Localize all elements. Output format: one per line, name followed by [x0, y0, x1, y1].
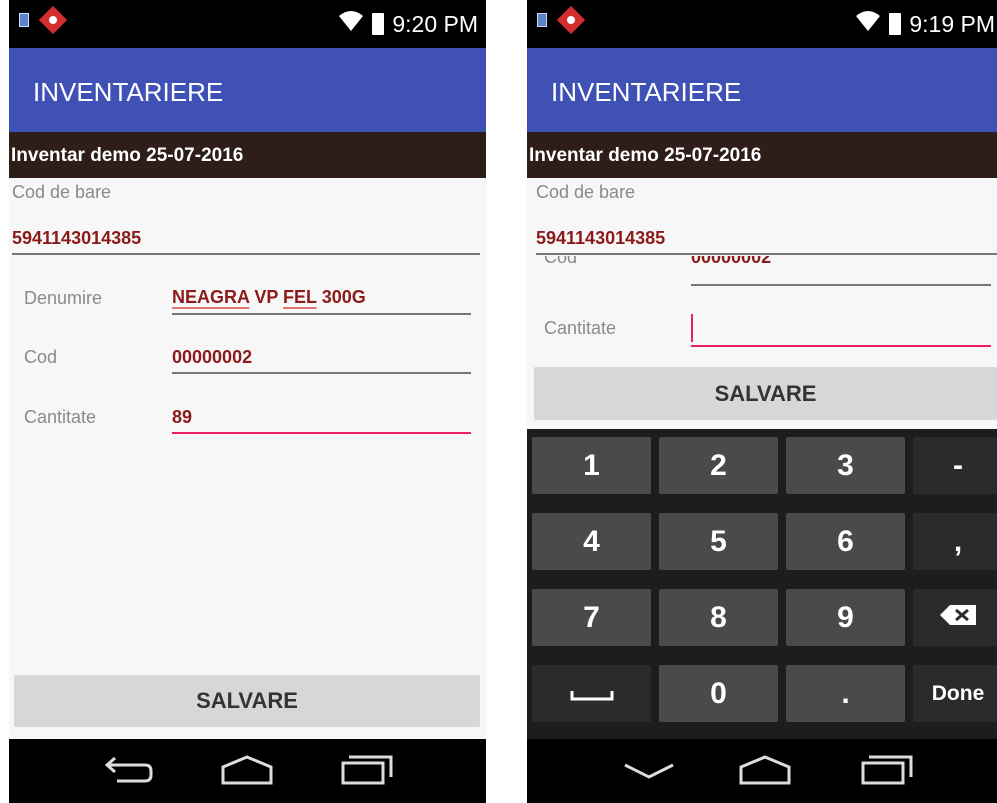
scrolled-cod-row: Cod 00000002: [527, 256, 997, 290]
cod-field[interactable]: 00000002: [172, 347, 252, 368]
cantitate-label: Cantitate: [24, 407, 97, 427]
home-icon[interactable]: [737, 753, 793, 792]
hide-keyboard-icon[interactable]: [621, 759, 677, 788]
denumire-word-2: VP: [249, 287, 284, 307]
wifi-icon: [338, 10, 364, 37]
inventory-title: Inventar demo 25-07-2016: [529, 145, 762, 166]
numeric-keyboard: 1 2 3 - 4 5 6 , 7 8 9 0 . Done: [527, 429, 997, 739]
inventory-title: Inventar demo 25-07-2016: [11, 145, 244, 166]
status-time: 9:20 PM: [392, 10, 478, 37]
text-cursor: [691, 314, 693, 342]
nav-bar: [9, 739, 486, 803]
key-backspace[interactable]: [913, 589, 997, 646]
save-button[interactable]: SALVARE: [14, 675, 480, 727]
app-notification-icon: [556, 5, 586, 35]
key-2[interactable]: 2: [659, 437, 778, 494]
barcode-input[interactable]: 5941143014385: [12, 228, 141, 249]
key-dot[interactable]: .: [786, 665, 905, 722]
key-5[interactable]: 5: [659, 513, 778, 570]
space-icon: [570, 675, 614, 713]
key-comma[interactable]: ,: [913, 513, 997, 570]
wifi-icon: [855, 10, 881, 37]
barcode-input[interactable]: 5941143014385: [536, 228, 665, 249]
denumire-word-3: FEL: [283, 287, 317, 307]
inventory-header: Inventar demo 25-07-2016: [9, 132, 486, 178]
recents-icon[interactable]: [859, 753, 915, 792]
key-8[interactable]: 8: [659, 589, 778, 646]
key-done[interactable]: Done: [913, 665, 997, 722]
key-1[interactable]: 1: [532, 437, 651, 494]
status-time: 9:19 PM: [909, 10, 995, 37]
inventory-header: Inventar demo 25-07-2016: [527, 132, 997, 178]
cantitate-underline: [691, 345, 991, 347]
denumire-word-1: NEAGRA: [172, 287, 250, 307]
sim-icon: [537, 13, 547, 27]
barcode-label: Cod de bare: [12, 182, 112, 202]
cod-underline: [691, 284, 991, 286]
back-icon[interactable]: [101, 753, 155, 792]
status-bar: 9:20 PM: [9, 0, 486, 48]
cantitate-input[interactable]: 89: [172, 407, 192, 428]
key-0[interactable]: 0: [659, 665, 778, 722]
backspace-icon: [938, 601, 978, 635]
cod-label: Cod: [544, 256, 578, 267]
key-minus[interactable]: -: [913, 437, 997, 494]
barcode-underline: [12, 253, 480, 255]
phone-screen-right: 9:19 PM INVENTARIERE Inventar demo 25-07…: [527, 0, 997, 803]
app-title: INVENTARIERE: [551, 77, 742, 107]
home-icon[interactable]: [219, 753, 275, 792]
recents-icon[interactable]: [339, 753, 395, 792]
key-space[interactable]: [532, 665, 651, 722]
app-bar: INVENTARIERE: [9, 48, 486, 132]
app-bar: INVENTARIERE: [527, 48, 997, 132]
battery-icon: [372, 12, 385, 35]
cod-underline: [172, 372, 471, 374]
barcode-underline: [536, 253, 997, 255]
cod-field[interactable]: 00000002: [691, 256, 771, 268]
phone-screen-left: 9:20 PM INVENTARIERE Inventar demo 25-07…: [9, 0, 486, 803]
key-6[interactable]: 6: [786, 513, 905, 570]
nav-bar: [527, 739, 997, 803]
cantitate-underline: [172, 432, 471, 434]
key-9[interactable]: 9: [786, 589, 905, 646]
status-bar: 9:19 PM: [527, 0, 997, 48]
save-button[interactable]: SALVARE: [534, 367, 997, 420]
app-title: INVENTARIERE: [33, 77, 224, 107]
denumire-label: Denumire: [24, 288, 103, 308]
sim-icon: [19, 13, 29, 27]
barcode-label: Cod de bare: [536, 182, 636, 202]
denumire-word-4: 300G: [316, 287, 366, 307]
key-3[interactable]: 3: [786, 437, 905, 494]
denumire-underline: [172, 313, 471, 315]
app-notification-icon: [38, 5, 68, 35]
cod-label: Cod: [24, 347, 58, 367]
key-4[interactable]: 4: [532, 513, 651, 570]
denumire-field[interactable]: NEAGRA VP FEL 300G: [172, 287, 366, 308]
key-7[interactable]: 7: [532, 589, 651, 646]
cantitate-label: Cantitate: [544, 318, 617, 338]
battery-icon: [889, 12, 902, 35]
